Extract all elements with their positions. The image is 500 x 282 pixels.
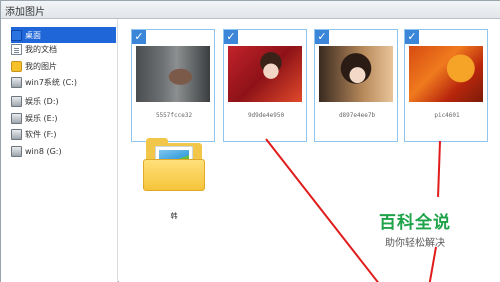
sidebar-item-label: 软件 (F:): [25, 129, 57, 139]
folder-sidebar: 桌面 我的文档 我的图片 win7系统 (C:) 娱乐 (D:) 娱乐 (E:)…: [1, 19, 118, 282]
photo-preview: [319, 46, 393, 102]
sidebar-item-drive-c[interactable]: win7系统 (C:): [11, 74, 116, 90]
image-filename: d897e4ee7b: [338, 112, 376, 119]
image-filename: 9d9de4e950: [247, 112, 285, 119]
sidebar-item-drive-g[interactable]: win8 (G:): [11, 143, 116, 159]
photo-preview: [409, 46, 483, 102]
checkmark-icon[interactable]: ✓: [405, 30, 419, 44]
sidebar-item-drive-e[interactable]: 娱乐 (E:): [11, 110, 116, 126]
sidebar-item-label: 娱乐 (E:): [25, 113, 58, 123]
image-thumbnail[interactable]: ✓ d897e4ee7b: [314, 29, 398, 142]
sidebar-item-label: win7系统 (C:): [25, 77, 77, 87]
sidebar-item-label: 我的图片: [25, 61, 57, 71]
sidebar-item-label: 娱乐 (D:): [25, 96, 59, 106]
documents-icon: [11, 43, 22, 55]
drive-icon: [11, 128, 22, 140]
watermark-subtitle: 助你轻松解决: [385, 238, 445, 249]
sidebar-item-drive-d[interactable]: 娱乐 (D:): [11, 93, 116, 109]
image-thumbnail[interactable]: ✓ 5557fcce32: [131, 29, 215, 142]
watermark-title: 百科全说: [379, 213, 451, 233]
drive-icon: [11, 76, 22, 88]
image-thumbnail[interactable]: ✓ 9d9de4e950: [223, 29, 307, 142]
folder-item[interactable]: 韩: [143, 137, 205, 220]
image-filename: 5557fcce32: [155, 112, 193, 119]
watermark: 百科全说 助你轻松解决: [360, 208, 470, 249]
checkmark-icon[interactable]: ✓: [132, 30, 146, 44]
desktop-icon: [11, 29, 22, 41]
checkmark-icon[interactable]: ✓: [224, 30, 238, 44]
drive-icon: [11, 145, 22, 157]
drive-icon: [11, 112, 22, 124]
folder-label: 韩: [170, 212, 178, 220]
pictures-icon: [11, 60, 22, 72]
title-bar[interactable]: 添加图片: [1, 1, 500, 19]
drive-icon: [11, 95, 22, 107]
sidebar-item-label: 桌面: [25, 30, 41, 40]
checkmark-icon[interactable]: ✓: [315, 30, 329, 44]
sidebar-item-label: win8 (G:): [25, 146, 62, 156]
sidebar-item-documents[interactable]: 我的文档: [11, 41, 116, 57]
photo-preview: [228, 46, 302, 102]
image-filename: pic4601: [434, 112, 460, 119]
image-thumbnail[interactable]: ✓ pic4601: [404, 29, 488, 142]
photo-preview: [136, 46, 210, 102]
sidebar-item-pictures[interactable]: 我的图片: [11, 58, 116, 74]
sidebar-item-label: 我的文档: [25, 44, 57, 54]
window-title: 添加图片: [5, 7, 45, 18]
sidebar-item-drive-f[interactable]: 软件 (F:): [11, 126, 116, 142]
